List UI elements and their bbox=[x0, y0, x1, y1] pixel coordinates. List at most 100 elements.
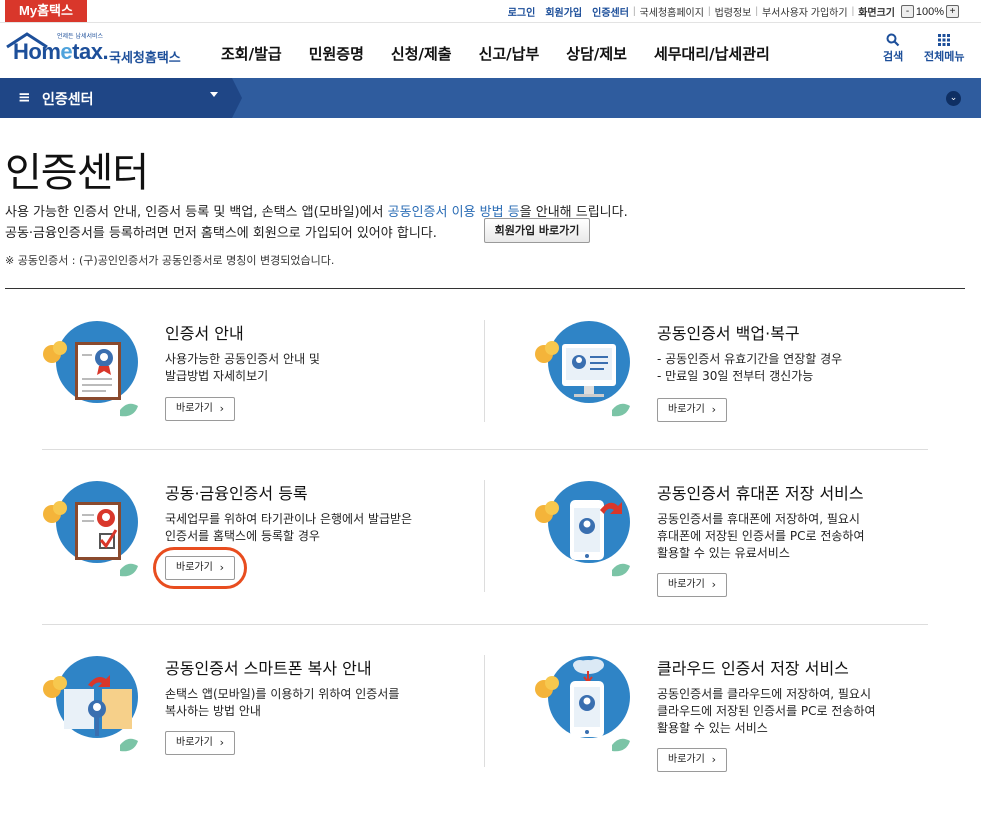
service-title: 공동인증서 스마트폰 복사 안내 bbox=[165, 659, 372, 678]
divider: | bbox=[755, 6, 758, 17]
hamburger-icon: ≡ bbox=[18, 88, 31, 106]
logo-korean: 국세청홈택스 bbox=[109, 51, 181, 66]
service-description: 공동인증서를 휴대폰에 저장하여, 필요시 휴대폰에 저장된 인증서를 PC로 … bbox=[657, 511, 865, 562]
desc-line: 손택스 앱(모바일)를 이용하기 위하여 인증서를 bbox=[165, 687, 400, 701]
name-change-note: ※ 공동인증서 : (구)공인인증서가 공동인증서로 명칭이 변경되었습니다. bbox=[5, 254, 335, 267]
search-icon bbox=[886, 33, 900, 47]
desc-line: 클라우드에 저장된 인증서를 PC로 전송하여 bbox=[657, 704, 876, 718]
cert-guide-go-button[interactable]: 바로가기 › bbox=[165, 397, 235, 421]
caret-down-icon bbox=[210, 92, 218, 97]
desc-line: 활용할 수 있는 유료서비스 bbox=[657, 546, 790, 560]
location-dropdown[interactable]: ≡ 인증센터 bbox=[0, 78, 242, 118]
divider bbox=[42, 624, 928, 625]
menu-civil-certificate[interactable]: 민원증명 bbox=[309, 43, 364, 64]
service-title: 공동인증서 휴대폰 저장 서비스 bbox=[657, 484, 864, 503]
phone-storage-go-button[interactable]: 바로가기 › bbox=[657, 573, 727, 597]
menu-report-pay[interactable]: 신고/납부 bbox=[479, 43, 540, 64]
nts-homepage-link[interactable]: 국세청홈페이지 bbox=[640, 4, 704, 19]
location-bar: ≡ 인증센터 ⌄ bbox=[0, 78, 981, 118]
service-description: 공동인증서를 클라우드에 저장하여, 필요시 클라우드에 저장된 인증서를 PC… bbox=[657, 686, 876, 737]
main-menu: 조회/발급 민원증명 신청/제출 신고/납부 상담/제보 세무대리/납세관리 bbox=[221, 43, 797, 64]
certificate-document-icon bbox=[43, 321, 138, 417]
service-description: - 공동인증서 유효기간을 연장할 경우 - 만료일 30일 전부터 갱신가능 bbox=[657, 351, 842, 385]
intro-line-2: 공동·금융인증서를 등록하려면 먼저 홈택스에 회원으로 가입되어 있어야 합니… bbox=[5, 226, 437, 241]
cert-center-link[interactable]: 인증센터 bbox=[592, 4, 629, 19]
logo-wordmark-a: Hom bbox=[13, 39, 61, 64]
divider: | bbox=[632, 6, 636, 17]
desc-line: - 만료일 30일 전부터 갱신가능 bbox=[657, 369, 814, 383]
chevron-down-icon[interactable]: ⌄ bbox=[946, 91, 961, 106]
header: 언제든 납세서비스 Hometax. 국세청홈택스 조회/발급 민원증명 신청/… bbox=[0, 23, 981, 78]
service-title: 공동인증서 백업·복구 bbox=[657, 324, 800, 343]
grid-menu-icon bbox=[938, 34, 951, 46]
utility-links: 로그인 회원가입 인증센터 | 국세청홈페이지 | 법령정보 | 부서사용자 가… bbox=[498, 4, 959, 19]
go-label: 바로가기 bbox=[176, 737, 213, 748]
smartphone-copy-go-button[interactable]: 바로가기 › bbox=[165, 731, 235, 755]
desc-line: 활용할 수 있는 서비스 bbox=[657, 721, 768, 735]
divider bbox=[5, 288, 965, 289]
service-title: 클라우드 인증서 저장 서비스 bbox=[657, 659, 849, 678]
service-description: 사용가능한 공동인증서 안내 및 발급방법 자세히보기 bbox=[165, 351, 320, 385]
logo-wordmark: Hometax. bbox=[13, 39, 109, 65]
divider: | bbox=[707, 6, 711, 17]
desc-line: 국세업무를 위하여 타기관이나 은행에서 발급받은 bbox=[165, 512, 413, 526]
service-description: 손택스 앱(모바일)를 이용하기 위하여 인증서를 복사하는 방법 안내 bbox=[165, 686, 399, 720]
backup-restore-go-button[interactable]: 바로가기 › bbox=[657, 398, 727, 422]
monitor-id-card-icon bbox=[535, 321, 630, 417]
chevron-right-icon: › bbox=[219, 736, 224, 749]
logo-wordmark-b: tax. bbox=[72, 39, 109, 64]
desc-line: 휴대폰에 저장된 인증서를 PC로 전송하여 bbox=[657, 529, 865, 543]
page-title: 인증센터 bbox=[5, 150, 149, 196]
cloud-storage-go-button[interactable]: 바로가기 › bbox=[657, 748, 727, 772]
certificate-check-icon bbox=[43, 481, 138, 577]
service-title: 공동·금융인증서 등록 bbox=[165, 484, 308, 503]
go-label: 바로가기 bbox=[176, 403, 213, 414]
hometax-logo[interactable]: 언제든 납세서비스 Hometax. 국세청홈택스 bbox=[5, 29, 185, 71]
login-link[interactable]: 로그인 bbox=[508, 4, 536, 19]
desc-line: - 공동인증서 유효기간을 연장할 경우 bbox=[657, 352, 843, 366]
divider bbox=[484, 320, 485, 422]
cloud-phone-icon bbox=[535, 656, 630, 752]
zoom-in-button[interactable]: + bbox=[946, 5, 959, 18]
desc-line: 인증서를 홈택스에 등록할 경우 bbox=[165, 529, 320, 543]
screen-size-label: 화면크기 bbox=[858, 8, 895, 19]
zoom-control: - 100% + bbox=[901, 5, 959, 18]
law-info-link[interactable]: 법령정보 bbox=[715, 4, 752, 19]
menu-tax-agent[interactable]: 세무대리/납세관리 bbox=[654, 43, 770, 64]
join-shortcut-button[interactable]: 회원가입 바로가기 bbox=[484, 218, 590, 243]
my-hometax-button[interactable]: My홈택스 bbox=[5, 0, 87, 22]
phone-transfer-icon bbox=[535, 481, 630, 577]
desc-line: 사용가능한 공동인증서 안내 및 bbox=[165, 352, 320, 366]
top-utility-bar: My홈택스 로그인 회원가입 인증센터 | 국세청홈페이지 | 법령정보 | 부… bbox=[0, 0, 981, 23]
divider bbox=[484, 655, 485, 767]
chevron-right-icon: › bbox=[711, 753, 716, 766]
service-title: 인증서 안내 bbox=[165, 324, 244, 343]
go-label: 바로가기 bbox=[668, 404, 705, 415]
location-title: 인증센터 bbox=[42, 92, 94, 108]
join-link[interactable]: 회원가입 bbox=[545, 4, 582, 19]
menu-inquiry-issue[interactable]: 조회/발급 bbox=[221, 43, 282, 64]
zoom-value: 100% bbox=[915, 5, 945, 18]
annotation-highlight-circle bbox=[153, 547, 247, 589]
logo-wordmark-e: e bbox=[60, 39, 73, 64]
desc-line: 발급방법 자세히보기 bbox=[165, 369, 269, 383]
all-menu-label: 전체메뉴 bbox=[924, 50, 965, 63]
intro-text-a: 사용 가능한 인증서 안내, 인증서 등록 및 백업, 손택스 앱(모바일)에서 bbox=[5, 205, 388, 220]
search-button[interactable]: 검색 bbox=[883, 33, 903, 64]
dept-user-join-link[interactable]: 부서사용자 가입하기 bbox=[762, 4, 848, 19]
desc-line: 공동인증서를 클라우드에 저장하여, 필요시 bbox=[657, 687, 871, 701]
go-label: 바로가기 bbox=[668, 579, 705, 590]
chevron-right-icon: › bbox=[711, 578, 716, 591]
zoom-out-button[interactable]: - bbox=[901, 5, 914, 18]
menu-apply-submit[interactable]: 신청/제출 bbox=[391, 43, 452, 64]
menu-consult-report[interactable]: 상담/제보 bbox=[566, 43, 627, 64]
smartphone-copy-icon bbox=[43, 656, 138, 752]
go-label: 바로가기 bbox=[668, 754, 705, 765]
desc-line: 공동인증서를 휴대폰에 저장하여, 필요시 bbox=[657, 512, 860, 526]
all-menu-button[interactable]: 전체메뉴 bbox=[924, 33, 964, 64]
search-label: 검색 bbox=[883, 50, 904, 63]
chevron-right-icon: › bbox=[711, 403, 716, 416]
divider bbox=[484, 480, 485, 592]
desc-line: 복사하는 방법 안내 bbox=[165, 704, 261, 718]
divider bbox=[42, 449, 928, 450]
